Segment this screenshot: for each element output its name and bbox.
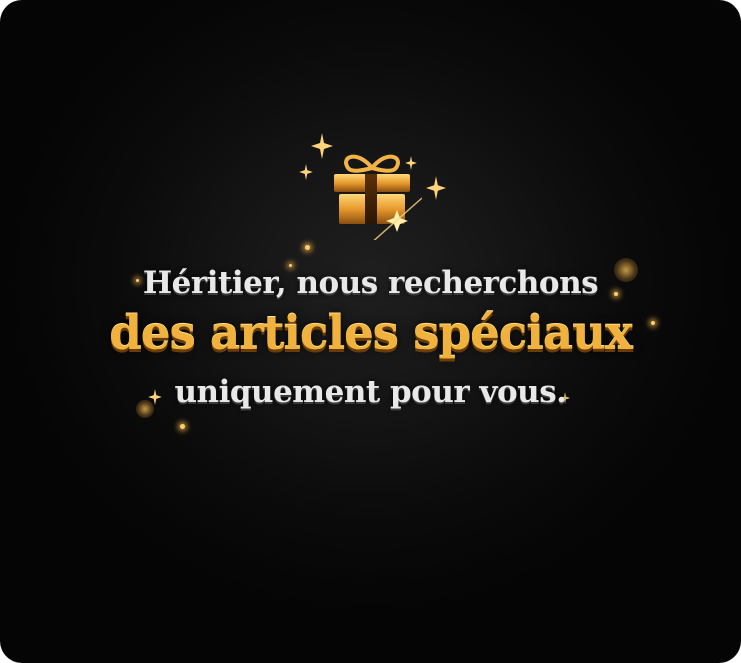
corner-notch-top-right xyxy=(729,0,741,12)
sparkle-icon xyxy=(405,156,417,170)
sparkle-icon xyxy=(426,176,446,200)
headline-line-3: uniquement pour vous. xyxy=(174,374,567,410)
headline-line-1: Héritier, nous recherchons xyxy=(142,265,599,301)
gift-icon xyxy=(334,154,422,240)
sparkle-icon xyxy=(311,133,333,159)
corner-notch-bottom-right xyxy=(729,651,741,663)
corner-notch-top-left xyxy=(0,0,12,12)
glow-dot xyxy=(305,245,310,250)
glow-dot xyxy=(180,424,185,429)
sparkle-icon xyxy=(299,164,313,180)
corner-notch-bottom-left xyxy=(0,651,12,663)
headline-highlight: des articles spéciaux xyxy=(109,306,633,361)
promo-panel: Héritier, nous recherchons des articles … xyxy=(0,0,741,663)
